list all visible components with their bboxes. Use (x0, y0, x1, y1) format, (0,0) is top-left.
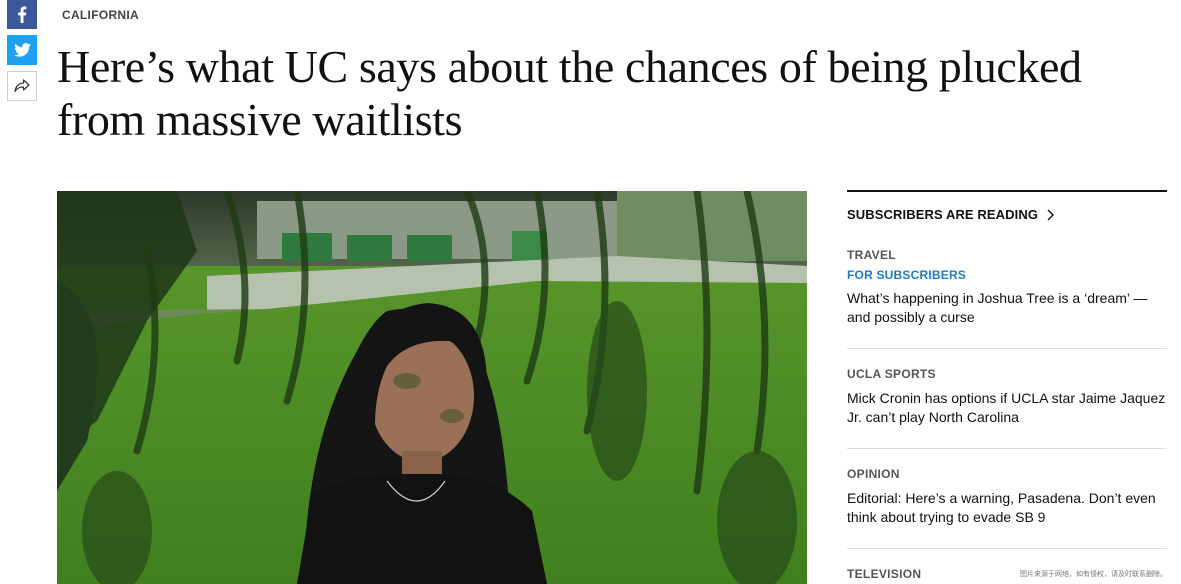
twitter-share-button[interactable] (7, 35, 37, 65)
sidebar-story[interactable]: OPINION Editorial: Here’s a warning, Pas… (847, 449, 1167, 549)
photo-illustration (57, 191, 807, 584)
sidebar-story[interactable]: UCLA SPORTS Mick Cronin has options if U… (847, 349, 1167, 449)
story-title[interactable]: Editorial: Here’s a warning, Pasadena. D… (847, 489, 1167, 527)
sidebar-heading: SUBSCRIBERS ARE READING (847, 207, 1039, 222)
story-title[interactable]: What’s happening in Joshua Tree is a ‘dr… (847, 289, 1167, 327)
article-headline: Here’s what UC says about the chances of… (57, 41, 1082, 145)
section-label[interactable]: CALIFORNIA (62, 8, 139, 22)
watermark-text: 图片来源于网络，如有侵权，请及时联系删除。 (1020, 570, 1167, 578)
facebook-share-button[interactable] (7, 0, 37, 29)
story-kicker[interactable]: TRAVEL (847, 248, 1167, 262)
share-arrow-icon (14, 79, 30, 93)
sidebar-story[interactable]: TRAVEL FOR SUBSCRIBERS What’s happening … (847, 248, 1167, 349)
story-kicker[interactable]: OPINION (847, 467, 1167, 481)
story-title[interactable]: Mick Cronin has options if UCLA star Jai… (847, 389, 1167, 427)
subscribers-reading-sidebar: SUBSCRIBERS ARE READING TRAVEL FOR SUBSC… (847, 190, 1167, 581)
story-kicker[interactable]: UCLA SPORTS (847, 367, 1167, 381)
subscriber-badge: FOR SUBSCRIBERS (847, 268, 967, 282)
more-share-button[interactable] (7, 71, 37, 101)
facebook-icon (18, 6, 27, 23)
sidebar-heading-link[interactable]: SUBSCRIBERS ARE READING (847, 207, 1167, 222)
twitter-icon (13, 43, 31, 57)
article-photo (57, 191, 807, 584)
sidebar-rule (847, 190, 1167, 192)
chevron-right-icon (1047, 209, 1055, 220)
share-rail (7, 0, 37, 107)
